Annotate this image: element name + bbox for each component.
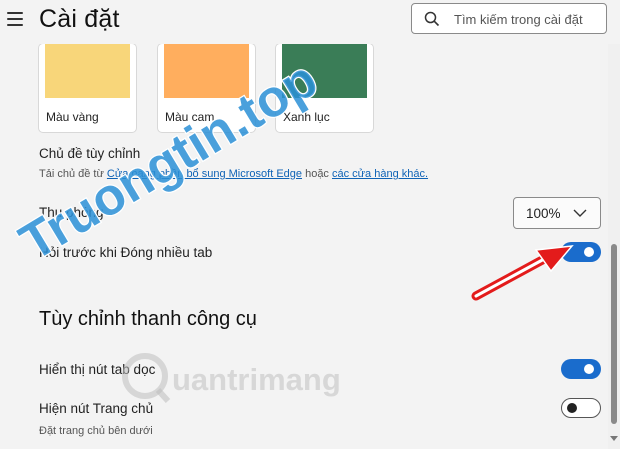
settings-content: Màu vàng Màu cam Xanh lục Chủ đề tùy chỉ… [0, 44, 608, 449]
search-box[interactable] [411, 3, 607, 34]
theme-swatch-orange [164, 44, 249, 98]
custom-theme-label: Chủ đề tùy chỉnh [39, 146, 141, 161]
description-mid: hoặc [305, 168, 329, 180]
search-icon [424, 11, 440, 27]
toggle-knob [584, 247, 594, 257]
theme-card-green[interactable]: Xanh lục [276, 44, 373, 132]
vertical-tabs-toggle[interactable] [561, 359, 601, 379]
theme-label: Xanh lục [283, 110, 330, 124]
edge-addons-store-link[interactable]: Cửa hàng phần bổ sung Microsoft Edge [107, 168, 302, 180]
theme-card-orange[interactable]: Màu cam [158, 44, 255, 132]
toggle-knob [584, 364, 594, 374]
custom-theme-description: Tải chủ đề từ Cửa hàng phần bổ sung Micr… [39, 168, 428, 180]
theme-swatch-yellow [45, 44, 130, 98]
menu-icon[interactable] [7, 12, 23, 26]
ask-before-close-label: Hỏi trước khi Đóng nhiều tab [39, 245, 213, 260]
toggle-knob [567, 403, 577, 413]
zoom-label: Thu phóng [39, 205, 104, 220]
vertical-tabs-label: Hiển thị nút tab dọc [39, 362, 156, 377]
settings-header: Cài đặt [0, 0, 620, 44]
zoom-select[interactable]: 100% [513, 197, 601, 229]
page-title: Cài đặt [39, 5, 120, 33]
theme-card-yellow[interactable]: Màu vàng [39, 44, 136, 132]
home-button-toggle[interactable] [561, 398, 601, 418]
description-prefix: Tải chủ đề từ [39, 168, 104, 180]
zoom-value: 100% [526, 206, 561, 221]
theme-label: Màu cam [165, 110, 215, 124]
scrollbar[interactable] [608, 44, 620, 449]
other-stores-link[interactable]: các cửa hàng khác. [332, 168, 428, 180]
toolbar-section-title: Tùy chỉnh thanh công cụ [39, 308, 257, 330]
ask-before-close-toggle[interactable] [561, 242, 601, 262]
theme-label: Màu vàng [46, 110, 99, 124]
search-input[interactable] [454, 8, 602, 30]
home-button-label: Hiện nút Trang chủ [39, 401, 154, 416]
scroll-down-arrow-icon[interactable] [610, 436, 618, 441]
home-button-sub: Đặt trang chủ bên dưới [39, 425, 153, 437]
scrollbar-thumb[interactable] [611, 244, 617, 424]
theme-swatch-green [282, 44, 367, 98]
chevron-down-icon [573, 209, 587, 217]
